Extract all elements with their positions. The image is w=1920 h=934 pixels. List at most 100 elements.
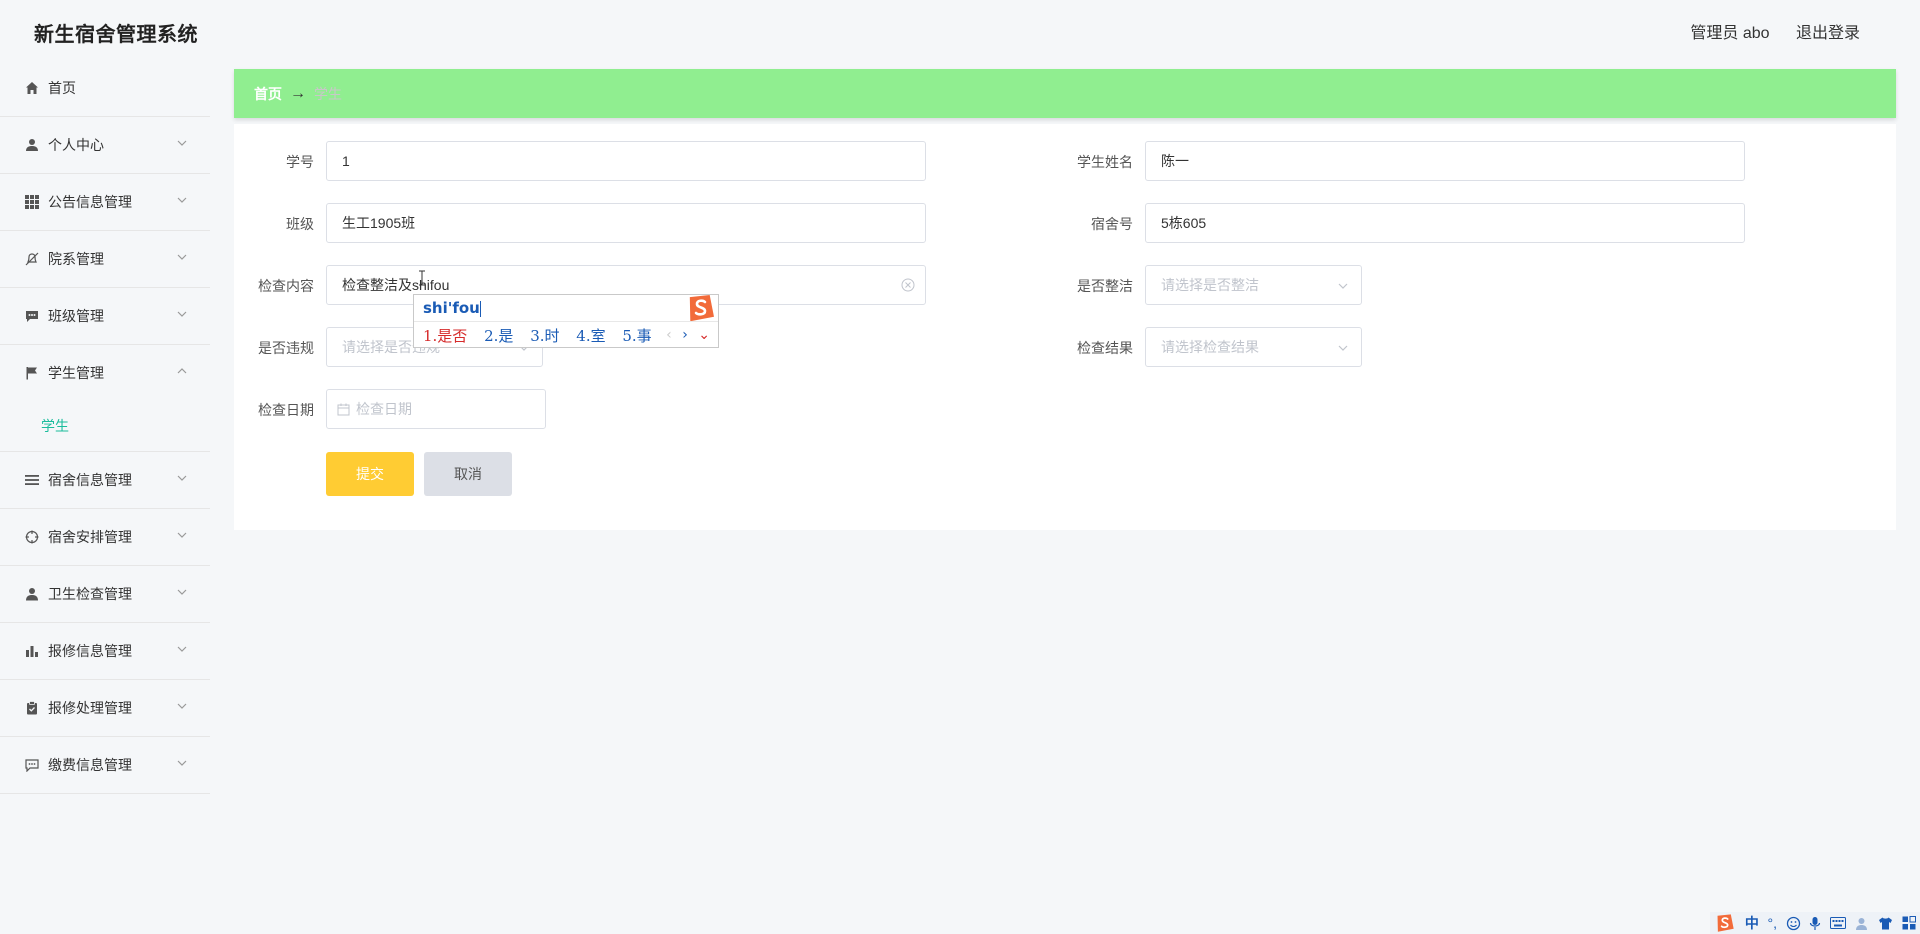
sogou-tray-logo-icon[interactable] — [1714, 913, 1736, 933]
sidebar-item-label: 首页 — [48, 80, 76, 96]
sidebar-item-label: 个人中心 — [48, 137, 104, 153]
ime-mode-toggle[interactable]: 中 — [1745, 913, 1759, 933]
sidebar-item-students[interactable]: 学生管理 — [0, 345, 210, 401]
student-name-label: 学生姓名 — [1077, 154, 1133, 170]
top-header: 新生宿舍管理系统 管理员 abo 退出登录 — [0, 0, 1920, 60]
ime-punctuation-toggle[interactable]: °, — [1768, 915, 1778, 931]
sidebar-item-repair-info[interactable]: 报修信息管理 — [0, 623, 210, 680]
grid-icon — [24, 194, 40, 210]
bar-chart-icon — [24, 643, 40, 659]
person-icon — [24, 586, 40, 602]
sidebar-item-announcements[interactable]: 公告信息管理 — [0, 174, 210, 231]
dorm-no-field[interactable]: 5栋605 — [1145, 203, 1745, 243]
class-label: 班级 — [286, 216, 314, 232]
check-result-select[interactable]: 请选择检查结果 — [1145, 327, 1362, 367]
chevron-down-icon — [177, 311, 187, 317]
check-content-label: 检查内容 — [258, 278, 314, 294]
sidebar-item-label: 学生管理 — [48, 365, 104, 381]
user-icon — [24, 137, 40, 153]
cancel-button[interactable]: 取消 — [424, 452, 512, 496]
breadcrumb-separator: → — [290, 84, 306, 102]
ime-prev-page-button[interactable]: ‹ — [666, 327, 672, 343]
chevron-down-icon — [177, 760, 187, 766]
flag-icon — [24, 365, 40, 381]
sidebar-item-dorm-info[interactable]: 宿舍信息管理 — [0, 452, 210, 509]
app-title: 新生宿舍管理系统 — [34, 24, 198, 46]
check-date-picker[interactable]: 检查日期 — [326, 389, 546, 429]
class-field[interactable]: 生工1905班 — [326, 203, 926, 243]
ime-candidate[interactable]: 5.事 — [622, 327, 651, 345]
sidebar-item-payment-info[interactable]: 缴费信息管理 — [0, 737, 210, 794]
chevron-down-icon — [177, 532, 187, 538]
header-actions: 管理员 abo 退出登录 — [1668, 19, 1860, 43]
chevron-down-icon — [177, 254, 187, 260]
sidebar-item-hygiene-check[interactable]: 卫生检查管理 — [0, 566, 210, 623]
ime-candidate[interactable]: 1.是否 — [423, 327, 467, 345]
chat-icon — [24, 308, 40, 324]
is-clean-label: 是否整洁 — [1077, 278, 1133, 294]
sidebar-item-label: 宿舍信息管理 — [48, 472, 132, 488]
ime-expand-button[interactable]: ⌄ — [698, 327, 710, 343]
dorm-no-label: 宿舍号 — [1091, 216, 1133, 232]
chevron-down-icon — [177, 703, 187, 709]
ime-page-nav: ‹ › ⌄ — [666, 327, 710, 343]
chevron-down-icon — [1338, 283, 1348, 289]
breadcrumb-home-link[interactable]: 首页 — [254, 84, 282, 104]
ime-pinyin-text: shi'fou — [423, 299, 480, 317]
check-date-label: 检查日期 — [258, 402, 314, 418]
microphone-icon[interactable] — [1809, 916, 1821, 931]
ime-candidate-list: 1.是否 2.是 3.时 4.室 5.事 — [423, 325, 664, 346]
sogou-logo-icon — [689, 295, 714, 322]
is-clean-select[interactable]: 请选择是否整洁 — [1145, 265, 1362, 305]
list-icon — [24, 472, 40, 488]
check-result-placeholder: 请选择检查结果 — [1161, 339, 1259, 355]
sidebar-item-home[interactable]: 首页 — [0, 60, 210, 117]
crosshair-icon — [24, 529, 40, 545]
toolbox-grid-icon[interactable] — [1902, 916, 1916, 930]
emoji-icon[interactable] — [1786, 916, 1801, 931]
student-name-field[interactable]: 陈一 — [1145, 141, 1745, 181]
student-id-field[interactable]: 1 — [326, 141, 926, 181]
ime-candidate[interactable]: 3.时 — [530, 327, 559, 345]
chevron-down-icon — [177, 197, 187, 203]
clear-icon[interactable] — [901, 278, 915, 292]
skin-shirt-icon[interactable] — [1878, 916, 1893, 931]
clipboard-icon — [24, 700, 40, 716]
message-icon — [24, 757, 40, 773]
chevron-down-icon — [177, 646, 187, 652]
keyboard-icon[interactable] — [1829, 917, 1846, 929]
logout-button[interactable]: 退出登录 — [1796, 25, 1860, 42]
sidebar-item-dorm-arrangement[interactable]: 宿舍安排管理 — [0, 509, 210, 566]
bell-off-icon — [24, 251, 40, 267]
check-date-placeholder: 检查日期 — [356, 401, 412, 417]
sidebar-item-departments[interactable]: 院系管理 — [0, 231, 210, 288]
ime-candidate[interactable]: 2.是 — [484, 327, 513, 345]
sidebar-item-label: 班级管理 — [48, 308, 104, 324]
ime-next-page-button[interactable]: › — [682, 327, 688, 343]
user-tray-icon[interactable] — [1854, 916, 1869, 931]
student-id-label: 学号 — [286, 154, 314, 170]
sidebar-item-label: 报修信息管理 — [48, 643, 132, 659]
chevron-down-icon — [177, 475, 187, 481]
sidebar-item-label: 宿舍安排管理 — [48, 529, 132, 545]
submit-button[interactable]: 提交 — [326, 452, 414, 496]
ime-status-toolbar: 中 °, — [1710, 912, 1920, 934]
breadcrumb: 首页 → 学生 — [234, 69, 1896, 118]
sidebar-item-label: 公告信息管理 — [48, 194, 132, 210]
breadcrumb-current: 学生 — [314, 85, 342, 102]
chevron-up-icon — [177, 368, 187, 374]
sidebar-item-label: 报修处理管理 — [48, 700, 132, 716]
calendar-icon — [337, 403, 350, 415]
sidebar-subitem-student[interactable]: 学生 — [0, 401, 210, 452]
sidebar-item-classes[interactable]: 班级管理 — [0, 288, 210, 345]
check-result-label: 检查结果 — [1077, 340, 1133, 356]
check-content-value: 检查整洁及shifou — [342, 277, 450, 293]
admin-user-label[interactable]: 管理员 abo — [1690, 25, 1769, 42]
chevron-down-icon — [177, 589, 187, 595]
ime-candidate[interactable]: 4.室 — [576, 327, 605, 345]
sidebar-item-label: 院系管理 — [48, 251, 104, 267]
ime-candidate-popup: shi'fou 1.是否 2.是 3.时 4.室 5.事 ‹ › ⌄ — [413, 294, 719, 348]
is-clean-placeholder: 请选择是否整洁 — [1161, 277, 1259, 293]
sidebar-item-repair-handling[interactable]: 报修处理管理 — [0, 680, 210, 737]
sidebar-item-personal-center[interactable]: 个人中心 — [0, 117, 210, 174]
